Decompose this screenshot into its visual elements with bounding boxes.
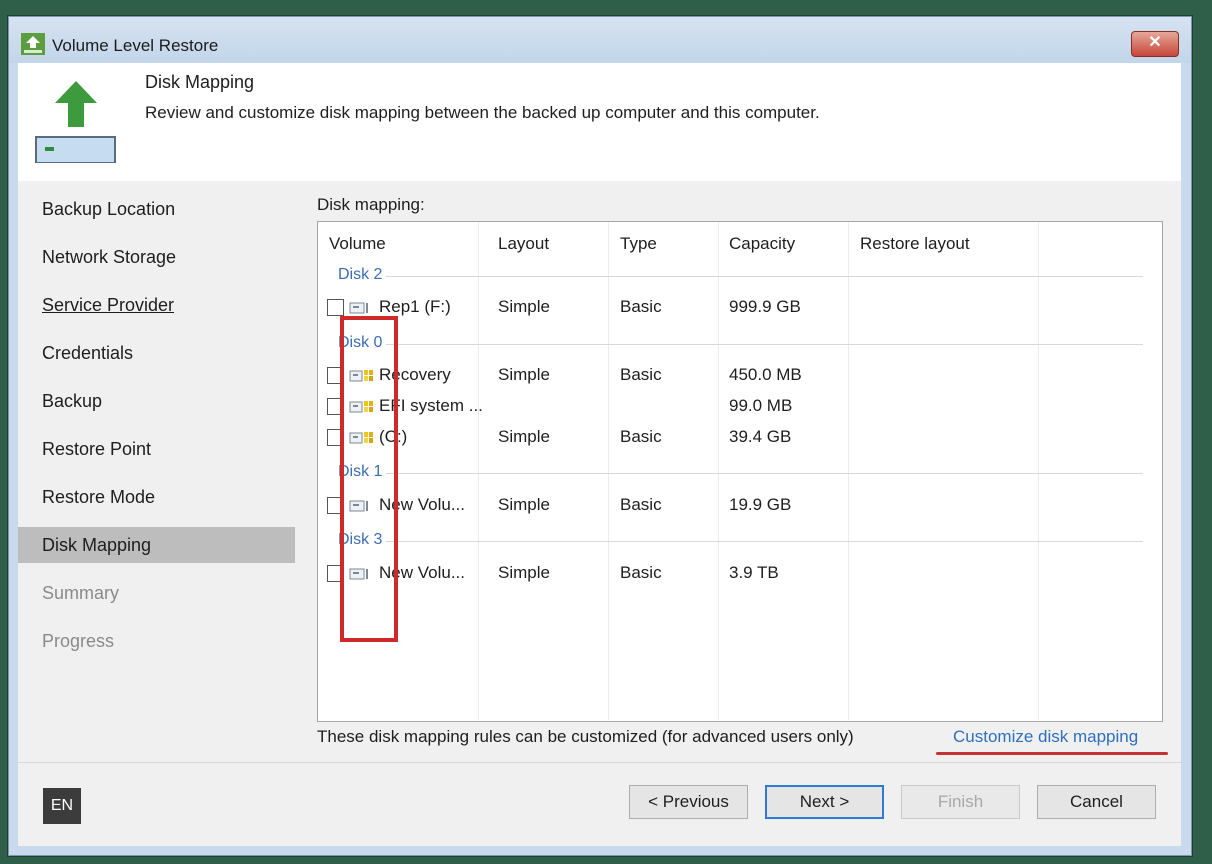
checkbox-highlight-annotation xyxy=(340,316,398,642)
step-label: Summary xyxy=(42,583,120,603)
column-header-restore-layout[interactable]: Restore layout xyxy=(860,234,970,254)
step-backup-location[interactable]: Backup Location xyxy=(18,191,295,227)
step-label: Backup xyxy=(42,391,103,411)
wizard-steps-sidebar: Backup Location Network Storage Service … xyxy=(18,181,296,761)
restore-wizard-window: Volume Level Restore ✕ Disk Mapping Revi… xyxy=(8,16,1192,856)
volume-type: Basic xyxy=(620,563,662,582)
column-header-capacity[interactable]: Capacity xyxy=(729,234,795,254)
volume-type: Basic xyxy=(620,365,662,384)
step-title: Disk Mapping xyxy=(145,72,255,92)
wizard-body: Disk Mapping Review and customize disk m… xyxy=(18,63,1181,846)
volume-name: Rep1 (F:) xyxy=(379,297,451,316)
drive-icon xyxy=(349,302,368,314)
restore-volume-icon xyxy=(35,81,116,163)
volume-type: Basic xyxy=(620,495,662,514)
volume-layout: Simple xyxy=(498,495,550,514)
step-label: Progress xyxy=(42,631,115,651)
step-restore-point[interactable]: Restore Point xyxy=(18,431,295,467)
link-highlight-annotation xyxy=(936,752,1168,755)
volume-capacity: 3.9 TB xyxy=(729,563,779,582)
customization-note: These disk mapping rules can be customiz… xyxy=(317,727,854,746)
group-separator xyxy=(338,541,1143,542)
disk-group-label: Disk 2 xyxy=(338,266,387,284)
step-label: Network Storage xyxy=(42,247,177,267)
column-header-type[interactable]: Type xyxy=(620,234,657,254)
step-network-storage[interactable]: Network Storage xyxy=(18,239,295,275)
volume-capacity: 99.0 MB xyxy=(729,396,793,415)
window-title: Volume Level Restore xyxy=(52,36,219,55)
volume-layout: Simple xyxy=(498,365,550,384)
volume-row[interactable]: Recovery Simple Basic 450.0 MB xyxy=(318,362,1162,392)
step-label: Disk Mapping xyxy=(42,535,152,555)
volume-layout: Simple xyxy=(498,563,550,582)
step-disk-mapping[interactable]: Disk Mapping xyxy=(18,527,295,563)
step-description: Review and customize disk mapping betwee… xyxy=(145,103,820,122)
step-label: Backup Location xyxy=(42,199,176,219)
group-separator xyxy=(338,473,1143,474)
finish-button: Finish xyxy=(901,785,1020,819)
step-label: Service Provider xyxy=(42,295,175,315)
next-button[interactable]: Next > xyxy=(765,785,884,819)
step-label: Restore Point xyxy=(42,439,152,459)
group-separator xyxy=(338,276,1143,277)
volume-layout: Simple xyxy=(498,427,550,446)
volume-row[interactable]: (C:) Simple Basic 39.4 GB xyxy=(318,424,1162,454)
step-header: Disk Mapping Review and customize disk m… xyxy=(18,63,1181,181)
volume-type: Basic xyxy=(620,427,662,446)
group-separator xyxy=(338,344,1143,345)
cancel-button[interactable]: Cancel xyxy=(1037,785,1156,819)
step-label: Credentials xyxy=(42,343,134,363)
title-bar: Volume Level Restore ✕ xyxy=(9,17,1191,63)
previous-button[interactable]: < Previous xyxy=(629,785,748,819)
step-restore-mode[interactable]: Restore Mode xyxy=(18,479,295,515)
volume-row[interactable]: New Volu... Simple Basic 3.9 TB xyxy=(318,560,1162,590)
restore-app-icon xyxy=(21,33,45,55)
step-backup[interactable]: Backup xyxy=(18,383,295,419)
volume-layout: Simple xyxy=(498,297,550,316)
column-header-layout[interactable]: Layout xyxy=(498,234,549,254)
step-progress: Progress xyxy=(18,623,295,659)
volume-capacity: 999.9 GB xyxy=(729,297,801,316)
column-header-volume[interactable]: Volume xyxy=(329,234,386,254)
volume-row[interactable]: EFI system ... 99.0 MB xyxy=(318,393,1162,423)
step-label: Restore Mode xyxy=(42,487,156,507)
disk-mapping-list[interactable]: Volume Layout Type Capacity Restore layo… xyxy=(317,221,1163,722)
step-service-provider[interactable]: Service Provider xyxy=(18,287,295,323)
wizard-button-bar: EN < Previous Next > Finish Cancel xyxy=(18,762,1181,846)
volume-checkbox[interactable] xyxy=(327,299,344,316)
customize-disk-mapping-link[interactable]: Customize disk mapping xyxy=(953,727,1138,747)
step-summary: Summary xyxy=(18,575,295,611)
step-credentials[interactable]: Credentials xyxy=(18,335,295,371)
close-button[interactable]: ✕ xyxy=(1131,31,1179,57)
disk-mapping-panel: Disk mapping: Volume Layout Type Capacit… xyxy=(301,181,1181,761)
volume-row[interactable]: Rep1 (F:) Simple Basic 999.9 GB xyxy=(318,294,1162,324)
volume-capacity: 19.9 GB xyxy=(729,495,792,514)
volume-capacity: 450.0 MB xyxy=(729,365,802,384)
language-indicator[interactable]: EN xyxy=(43,788,81,824)
volume-type: Basic xyxy=(620,297,662,316)
volume-row[interactable]: New Volu... Simple Basic 19.9 GB xyxy=(318,492,1162,522)
volume-capacity: 39.4 GB xyxy=(729,427,792,446)
disk-mapping-label: Disk mapping: xyxy=(317,195,425,214)
